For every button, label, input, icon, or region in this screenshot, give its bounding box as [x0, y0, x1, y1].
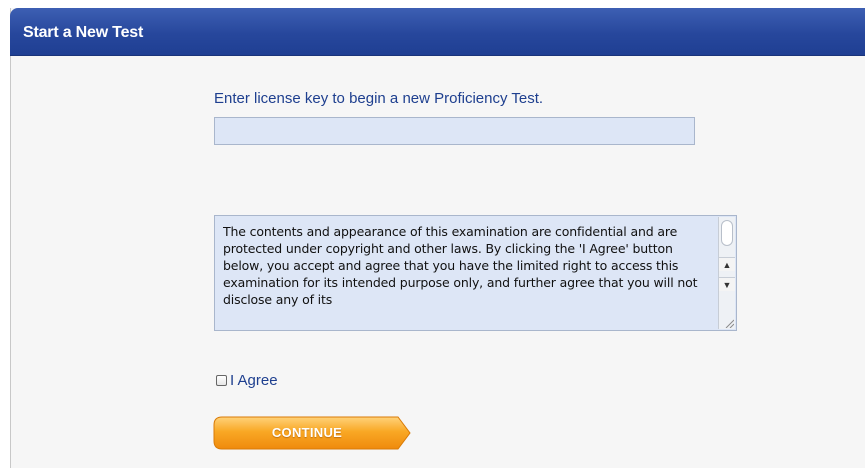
up-arrow-icon[interactable]: ▲ [719, 257, 735, 271]
license-instruction: Enter license key to begin a new Profici… [214, 90, 544, 107]
continue-button[interactable]: CONTINUE [212, 415, 412, 451]
terms-textarea[interactable]: The contents and appearance of this exam… [214, 215, 737, 331]
terms-scrollbar[interactable]: ▲ ▼ [718, 217, 735, 329]
agree-label[interactable]: I Agree [230, 372, 278, 389]
agree-row: I Agree [216, 371, 278, 389]
down-arrow-icon[interactable]: ▼ [719, 277, 735, 291]
page-title: Start a New Test [23, 24, 144, 41]
panel-header: Start a New Test [10, 8, 865, 56]
terms-text: The contents and appearance of this exam… [223, 224, 698, 307]
continue-button-label: CONTINUE [271, 425, 343, 440]
resize-grip-icon[interactable] [724, 318, 734, 328]
agree-checkbox[interactable] [216, 374, 227, 386]
scroll-thumb[interactable] [721, 220, 733, 246]
license-key-input[interactable] [214, 117, 695, 145]
